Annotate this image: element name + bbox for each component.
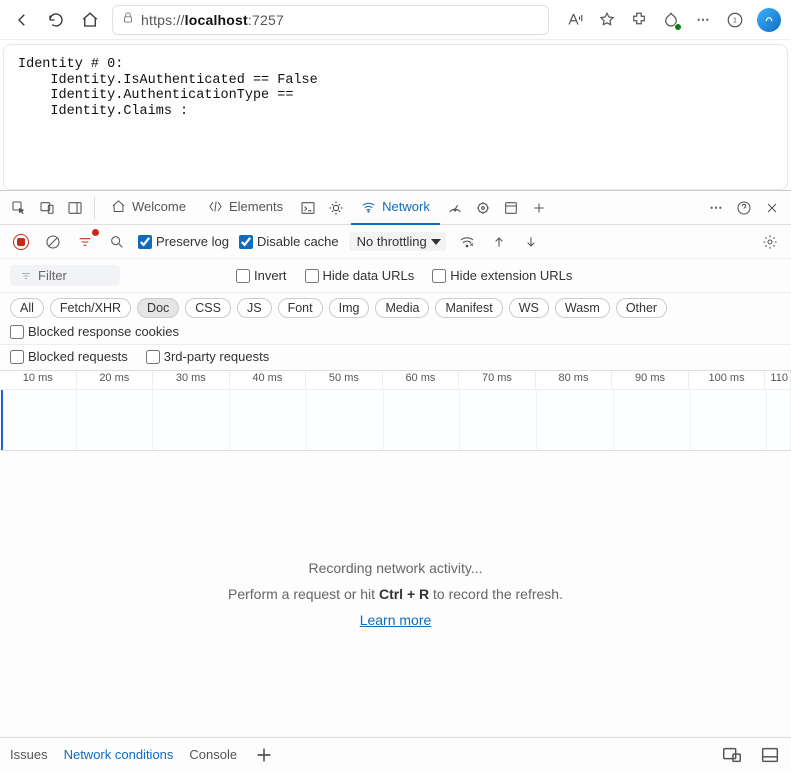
- tick: 90 ms: [612, 371, 689, 389]
- drawer-tab-network-conditions[interactable]: Network conditions: [64, 747, 174, 762]
- devtools-tabbar: Welcome Elements Network ⋯: [0, 191, 791, 225]
- toolbar-right-icons: ⋯ 1: [559, 8, 781, 32]
- tick: 40 ms: [230, 371, 307, 389]
- address-bar[interactable]: https://localhost:7257: [112, 5, 549, 35]
- empty-line2: Perform a request or hit Ctrl + R to rec…: [228, 586, 563, 602]
- dock-side-icon[interactable]: [62, 195, 88, 221]
- type-filter-row: All Fetch/XHR Doc CSS JS Font Img Media …: [0, 293, 791, 345]
- search-icon[interactable]: [106, 231, 128, 253]
- profile-badge-icon[interactable]: 1: [725, 10, 745, 30]
- drawer-tab-issues[interactable]: Issues: [10, 747, 48, 762]
- close-devtools-icon[interactable]: [759, 195, 785, 221]
- type-all[interactable]: All: [10, 298, 44, 318]
- identity-output: Identity # 0: Identity.IsAuthenticated =…: [3, 44, 788, 190]
- type-font[interactable]: Font: [278, 298, 323, 318]
- blocked-requests-checkbox[interactable]: Blocked requests: [10, 349, 128, 364]
- clear-button[interactable]: [42, 231, 64, 253]
- site-info-icon[interactable]: [121, 11, 135, 28]
- tick: 10 ms: [0, 371, 77, 389]
- drawer-icon-2[interactable]: [759, 744, 781, 766]
- network-toolbar: Preserve log Disable cache No throttling: [0, 225, 791, 259]
- drawer-tab-console[interactable]: Console: [189, 747, 237, 762]
- performance-tab-icon[interactable]: [442, 195, 468, 221]
- application-tab-icon[interactable]: [498, 195, 524, 221]
- svg-text:1: 1: [733, 15, 737, 24]
- tab-welcome[interactable]: Welcome: [101, 191, 196, 225]
- tab-network[interactable]: Network: [351, 191, 440, 225]
- type-wasm[interactable]: Wasm: [555, 298, 610, 318]
- console-tab-icon[interactable]: [295, 195, 321, 221]
- network-conditions-icon[interactable]: [456, 231, 478, 253]
- devtools-drawer-bar: Issues Network conditions Console: [0, 737, 791, 771]
- type-js[interactable]: JS: [237, 298, 272, 318]
- read-aloud-icon[interactable]: [565, 10, 585, 30]
- preserve-log-checkbox[interactable]: Preserve log: [138, 234, 229, 249]
- filter-input[interactable]: Filter: [10, 265, 120, 286]
- inspect-icon[interactable]: [6, 195, 32, 221]
- hide-extension-urls-checkbox[interactable]: Hide extension URLs: [432, 268, 572, 283]
- more-icon[interactable]: ⋯: [693, 10, 713, 30]
- record-button[interactable]: [10, 231, 32, 253]
- filter-toggle-icon[interactable]: [74, 231, 96, 253]
- url-text: https://localhost:7257: [141, 12, 284, 28]
- type-img[interactable]: Img: [329, 298, 370, 318]
- copilot-icon[interactable]: [757, 8, 781, 32]
- tick: 70 ms: [459, 371, 536, 389]
- tick: 30 ms: [153, 371, 230, 389]
- third-party-checkbox[interactable]: 3rd-party requests: [146, 349, 270, 364]
- type-ws[interactable]: WS: [509, 298, 549, 318]
- refresh-button[interactable]: [44, 8, 68, 32]
- timeline-marker: [1, 390, 3, 450]
- drawer-icon-1[interactable]: [721, 744, 743, 766]
- new-tab-icon[interactable]: [526, 195, 552, 221]
- home-button[interactable]: [78, 8, 102, 32]
- import-har-icon[interactable]: [488, 231, 510, 253]
- filter-row: Filter Invert Hide data URLs Hide extens…: [0, 259, 791, 293]
- help-icon[interactable]: [731, 195, 757, 221]
- network-settings-icon[interactable]: [759, 231, 781, 253]
- tick: 110: [765, 371, 791, 389]
- tick: 50 ms: [306, 371, 383, 389]
- type-css[interactable]: CSS: [185, 298, 231, 318]
- tick: 100 ms: [689, 371, 766, 389]
- type-fetch-xhr[interactable]: Fetch/XHR: [50, 298, 131, 318]
- extensions-icon[interactable]: [629, 10, 649, 30]
- back-button[interactable]: [10, 8, 34, 32]
- drawer-add-icon[interactable]: [253, 744, 275, 766]
- type-doc[interactable]: Doc: [137, 298, 179, 318]
- empty-line1: Recording network activity...: [308, 560, 482, 576]
- type-manifest[interactable]: Manifest: [435, 298, 502, 318]
- type-media[interactable]: Media: [375, 298, 429, 318]
- network-empty-state: Recording network activity... Perform a …: [0, 451, 791, 737]
- sources-tab-icon[interactable]: [323, 195, 349, 221]
- disable-cache-checkbox[interactable]: Disable cache: [239, 234, 339, 249]
- devtools-panel: Welcome Elements Network ⋯ Preserve log …: [0, 190, 791, 771]
- network-timeline[interactable]: 10 ms 20 ms 30 ms 40 ms 50 ms 60 ms 70 m…: [0, 371, 791, 451]
- blocked-cookies-checkbox[interactable]: Blocked response cookies: [10, 324, 179, 339]
- learn-more-link[interactable]: Learn more: [360, 612, 432, 628]
- blocked-row: Blocked requests 3rd-party requests: [0, 345, 791, 371]
- tick: 20 ms: [77, 371, 154, 389]
- type-other[interactable]: Other: [616, 298, 667, 318]
- throttling-select[interactable]: No throttling: [349, 232, 446, 251]
- invert-checkbox[interactable]: Invert: [236, 268, 287, 283]
- tab-elements[interactable]: Elements: [198, 191, 293, 225]
- browser-toolbar: https://localhost:7257 ⋯ 1: [0, 0, 791, 40]
- collections-icon[interactable]: [661, 10, 681, 30]
- hide-data-urls-checkbox[interactable]: Hide data URLs: [305, 268, 415, 283]
- export-har-icon[interactable]: [520, 231, 542, 253]
- tick: 80 ms: [536, 371, 613, 389]
- memory-tab-icon[interactable]: [470, 195, 496, 221]
- favorite-icon[interactable]: [597, 10, 617, 30]
- tick: 60 ms: [383, 371, 460, 389]
- more-tools-icon[interactable]: ⋯: [703, 195, 729, 221]
- device-toggle-icon[interactable]: [34, 195, 60, 221]
- page-content: Identity # 0: Identity.IsAuthenticated =…: [0, 40, 791, 190]
